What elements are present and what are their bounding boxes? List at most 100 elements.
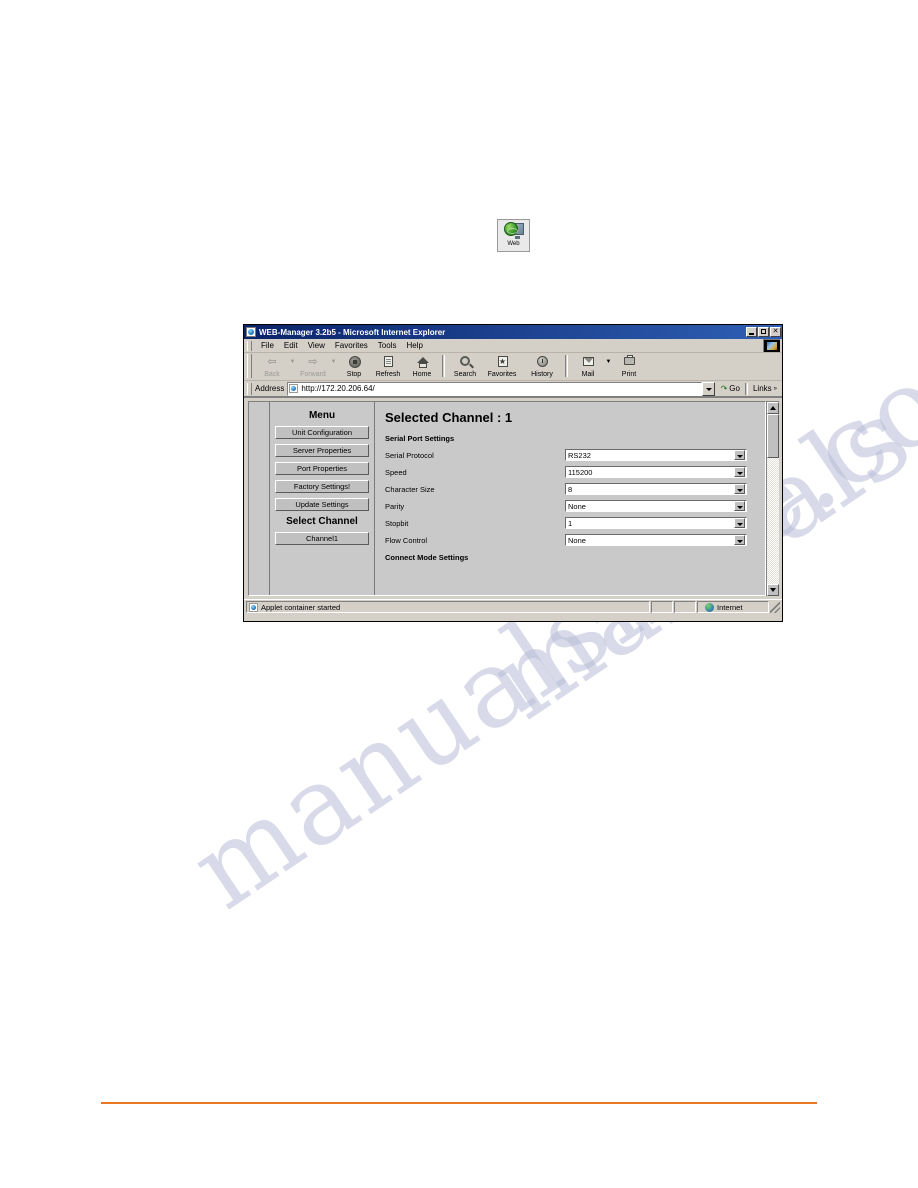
parity-select[interactable]: None: [565, 500, 747, 512]
chevron-down-icon[interactable]: [734, 518, 745, 528]
menu-item-help[interactable]: Help: [401, 341, 427, 350]
mail-button-label: Mail: [581, 371, 595, 378]
forward-button[interactable]: ⇨ Forward: [296, 353, 330, 379]
speed-label: Speed: [385, 467, 407, 477]
monitor-stand-shape: [514, 236, 520, 239]
menu-button-channel1[interactable]: Channel1: [275, 532, 369, 545]
speed-select[interactable]: 115200: [565, 466, 747, 478]
address-bar-grip[interactable]: [247, 382, 252, 395]
scrollbar-thumb[interactable]: [767, 414, 779, 458]
address-history-dropdown-button[interactable]: [701, 381, 715, 396]
window-title: WEB-Manager 3.2b5 - Microsoft Internet E…: [259, 327, 446, 337]
flow-control-value: None: [568, 535, 586, 545]
web-manager-menu-panel: Menu Unit Configuration Server Propertie…: [269, 402, 375, 595]
menu-button-factory-settings[interactable]: Factory Settings!: [275, 480, 369, 493]
chevron-down-icon[interactable]: [734, 484, 745, 494]
menu-button-server-properties[interactable]: Server Properties: [275, 444, 369, 457]
menu-button-port-properties[interactable]: Port Properties: [275, 462, 369, 475]
search-magnifier-icon: [458, 355, 473, 369]
minimize-button[interactable]: [746, 327, 757, 337]
toolbar-grip[interactable]: [247, 354, 252, 378]
maximize-icon: [761, 329, 766, 334]
forward-button-label: Forward: [300, 371, 326, 378]
favorites-button-label: Favorites: [487, 371, 517, 378]
stop-button[interactable]: Stop: [337, 353, 371, 379]
select-channel-title: Select Channel: [286, 516, 358, 527]
form-row-stopbit: Stopbit 1: [385, 517, 759, 529]
parity-value: None: [568, 501, 586, 511]
menu-item-favorites[interactable]: Favorites: [330, 341, 373, 350]
title-bar[interactable]: WEB-Manager 3.2b5 - Microsoft Internet E…: [244, 325, 782, 339]
menu-panel-title: Menu: [308, 410, 336, 421]
stopbit-label: Stopbit: [385, 518, 409, 528]
minimize-icon: [749, 333, 754, 335]
chevron-down-icon[interactable]: [734, 535, 745, 545]
favorites-star-icon: ★: [497, 356, 508, 367]
go-button[interactable]: ↷ Go: [718, 384, 743, 393]
menu-item-edit[interactable]: Edit: [279, 341, 303, 350]
stopbit-select[interactable]: 1: [565, 517, 747, 529]
scroll-down-button[interactable]: [767, 584, 779, 596]
resize-grip-icon[interactable]: [770, 601, 780, 613]
maximize-button[interactable]: [758, 327, 769, 337]
favorites-button[interactable]: ★ Favorites: [482, 353, 522, 379]
status-bar: Applet container started Internet: [244, 599, 782, 614]
menu-item-tools[interactable]: Tools: [373, 341, 402, 350]
address-bar-separator: [744, 382, 748, 395]
forward-dropdown-caret-icon[interactable]: ▼: [330, 359, 337, 365]
address-input-value: http://172.20.206.64/: [301, 384, 375, 393]
scrollbar-track[interactable]: [767, 414, 779, 584]
status-pane-3: [674, 601, 696, 613]
web-globe-monitor-icon: [503, 222, 524, 239]
links-button-label: Links: [752, 384, 772, 393]
web-desktop-icon[interactable]: Web: [497, 219, 530, 252]
links-button[interactable]: Links »: [750, 384, 780, 393]
internet-zone-icon: [705, 602, 714, 612]
chevron-down-icon: [770, 588, 776, 592]
refresh-button[interactable]: Refresh: [371, 353, 405, 379]
globe-shape: [503, 222, 518, 236]
back-button[interactable]: ⇦ Back: [255, 353, 289, 379]
menu-button-unit-configuration[interactable]: Unit Configuration: [275, 426, 369, 439]
go-arrow-icon: ↷: [720, 384, 728, 393]
mail-dropdown-caret-icon[interactable]: ▼: [605, 359, 612, 365]
browser-toolbar: ⇦ Back ▼ ⇨ Forward ▼ Stop Refresh Home S…: [244, 353, 782, 381]
print-button-label: Print: [621, 371, 637, 378]
mail-button[interactable]: Mail: [571, 353, 605, 379]
web-desktop-icon-label: Web: [507, 241, 520, 247]
web-manager-page: Menu Unit Configuration Server Propertie…: [248, 401, 766, 596]
menu-bar-grip[interactable]: [247, 340, 252, 351]
browser-window: WEB-Manager 3.2b5 - Microsoft Internet E…: [243, 324, 783, 622]
scroll-up-button[interactable]: [767, 402, 779, 414]
back-button-label: Back: [264, 371, 280, 378]
chevron-down-icon[interactable]: [734, 450, 745, 460]
character-size-select[interactable]: 8: [565, 483, 747, 495]
chevron-down-icon[interactable]: [734, 501, 745, 511]
history-button[interactable]: History: [522, 353, 562, 379]
forward-arrow-icon: ⇨: [308, 356, 318, 368]
menu-item-file[interactable]: File: [256, 341, 279, 350]
security-zone-pane[interactable]: Internet: [697, 601, 769, 613]
status-pane-2: [651, 601, 673, 613]
go-button-label: Go: [729, 384, 740, 393]
character-size-label: Character Size: [385, 484, 435, 494]
history-clock-icon: [535, 355, 550, 369]
home-button[interactable]: Home: [405, 353, 439, 379]
close-button[interactable]: ✕: [770, 327, 781, 337]
menu-button-update-settings[interactable]: Update Settings: [275, 498, 369, 511]
flow-control-select[interactable]: None: [565, 534, 747, 546]
chevron-down-icon[interactable]: [734, 467, 745, 477]
serial-protocol-select[interactable]: RS232: [565, 449, 747, 461]
parity-label: Parity: [385, 501, 405, 511]
status-message: Applet container started: [261, 602, 341, 612]
web-manager-content-panel: Selected Channel : 1 Serial Port Setting…: [375, 402, 765, 595]
form-row-serial-protocol: Serial Protocol RS232: [385, 449, 759, 461]
print-button[interactable]: Print: [612, 353, 646, 379]
address-input[interactable]: http://172.20.206.64/: [287, 381, 702, 396]
form-row-character-size: Character Size 8: [385, 483, 759, 495]
back-dropdown-caret-icon[interactable]: ▼: [289, 359, 296, 365]
status-message-pane: Applet container started: [246, 601, 650, 613]
menu-item-view[interactable]: View: [303, 341, 330, 350]
search-button[interactable]: Search: [448, 353, 482, 379]
page-vertical-scrollbar[interactable]: [766, 401, 779, 596]
